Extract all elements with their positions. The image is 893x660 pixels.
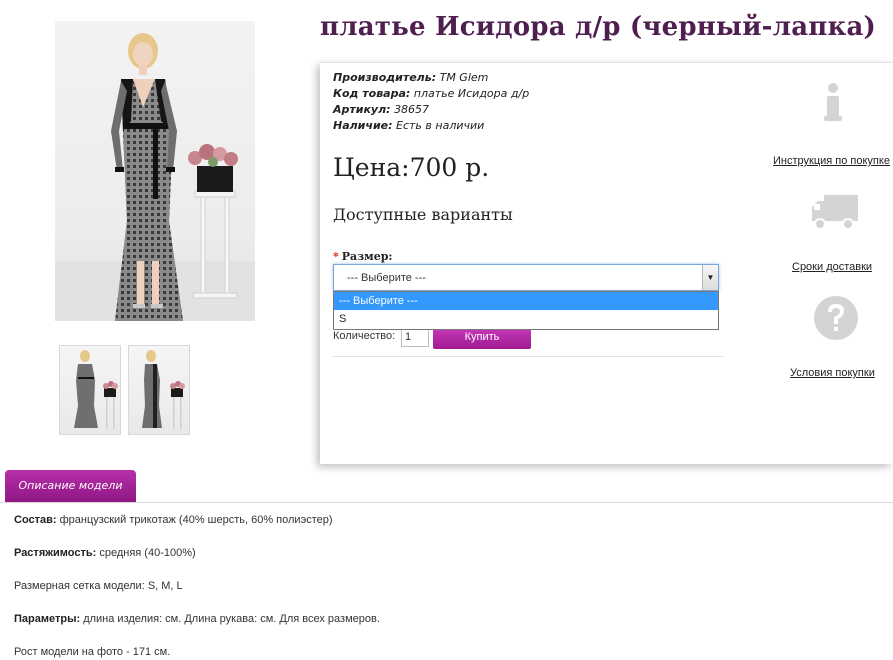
truck-icon (812, 195, 858, 230)
size-select-value: --- Выберите --- (347, 272, 426, 284)
description-label: Параметры: (14, 613, 81, 625)
spec-product-code: Код товара: платье Исидора д/р (333, 87, 529, 100)
description-value: средняя (40-100%) (96, 547, 196, 559)
spec-label: Производитель: (333, 71, 437, 84)
dress-thumbnail-image (142, 350, 185, 429)
product-title: платье Исидора д/р (черный-лапка) (320, 12, 877, 42)
dress-thumbnail-image (74, 350, 118, 429)
description-size-grid: Размерная сетка модели: S, M, L (14, 580, 183, 592)
description-parameters: Параметры: длина изделия: см. Длина рука… (14, 613, 380, 625)
size-option-s[interactable]: S (334, 310, 718, 328)
quantity-label: Количество: (333, 330, 396, 342)
quantity-input[interactable]: 1 (401, 327, 429, 347)
spec-value: ТМ Glem (439, 71, 489, 84)
size-select[interactable]: --- Выберите --- ▼ (333, 264, 719, 291)
size-option-placeholder[interactable]: --- Выберите --- (334, 292, 718, 310)
spec-value: платье Исидора д/р (413, 87, 530, 100)
link-purchase-conditions[interactable]: Условия покупки (790, 367, 875, 379)
product-main-photo[interactable] (55, 21, 255, 321)
description-value: длина изделия: см. Длина рукава: см. Для… (80, 613, 380, 625)
buy-button[interactable]: Купить (433, 327, 531, 349)
link-purchase-instructions[interactable]: Инструкция по покупке (773, 155, 890, 167)
panel-divider (333, 356, 723, 357)
description-model-height: Рост модели на фото - 171 см. (14, 646, 170, 658)
spec-label: Артикул: (333, 103, 391, 116)
description-stretch: Растяжимость: средняя (40-100%) (14, 547, 196, 559)
description-label: Состав: (14, 514, 57, 526)
product-thumbnail-1[interactable] (59, 345, 121, 435)
info-icon (824, 83, 842, 121)
spec-value: Есть в наличии (396, 119, 485, 132)
description-value: французский трикотаж (40% шерсть, 60% по… (56, 514, 333, 526)
product-price: Цена:700 р. (333, 153, 490, 182)
description-composition: Состав: французский трикотаж (40% шерсть… (14, 514, 333, 526)
product-thumbnail-2[interactable] (128, 345, 190, 435)
tab-divider (0, 502, 893, 503)
spec-label: Код товара: (333, 87, 411, 100)
dress-model-image (55, 33, 255, 321)
description-value: Рост модели на фото - 171 см. (14, 646, 171, 658)
description-label: Растяжимость: (14, 547, 97, 559)
question-icon (814, 296, 858, 340)
required-mark: * (333, 250, 339, 263)
size-label: * Размер: (333, 250, 393, 263)
spec-manufacturer: Производитель: ТМ Glem (333, 71, 488, 84)
spec-value: 38657 (394, 103, 430, 116)
spec-label: Наличие: (333, 119, 393, 132)
spec-article: Артикул: 38657 (333, 103, 429, 116)
size-dropdown-list: --- Выберите --- S (333, 291, 719, 330)
description-value: Размерная сетка модели: S, M, L (14, 580, 183, 592)
size-label-text: Размер: (341, 250, 393, 263)
product-info-panel: Производитель: ТМ Glem Код товара: плать… (320, 62, 893, 464)
tab-description[interactable]: Описание модели (5, 470, 136, 503)
variants-title: Доступные варианты (333, 205, 513, 224)
spec-availability: Наличие: Есть в наличии (333, 119, 484, 132)
link-delivery-times[interactable]: Сроки доставки (792, 261, 872, 273)
chevron-down-icon[interactable]: ▼ (702, 265, 718, 290)
